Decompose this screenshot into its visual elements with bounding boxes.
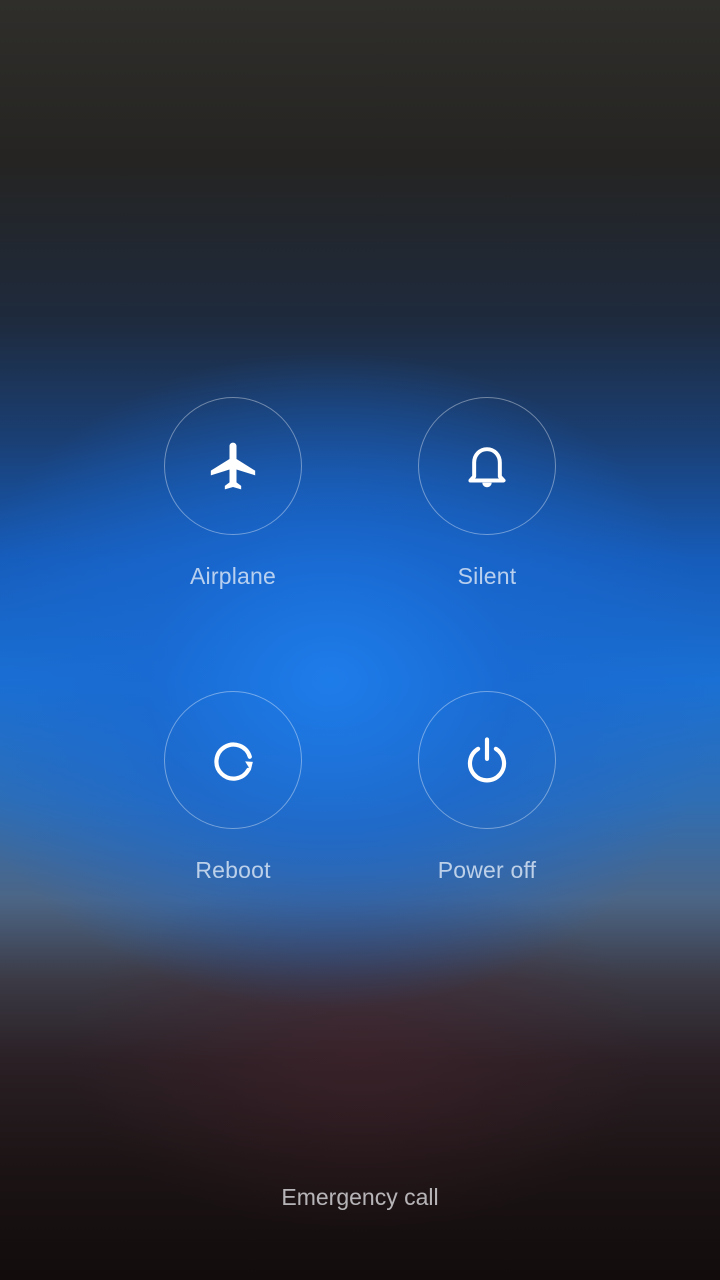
- power-icon: [467, 737, 507, 783]
- airplane-label: Airplane: [190, 563, 276, 589]
- power-off-button[interactable]: Power off: [377, 691, 597, 891]
- bell-icon: [468, 447, 506, 488]
- airplane-mode-button[interactable]: Airplane: [123, 397, 343, 597]
- silent-button-circle[interactable]: [418, 397, 556, 535]
- power-off-label: Power off: [437, 857, 537, 883]
- reboot-icon: [214, 742, 253, 781]
- power-off-button-circle[interactable]: [418, 691, 556, 829]
- silent-mode-button[interactable]: Silent: [377, 397, 597, 597]
- power-menu: Airplane Silent Reboot Power off Emergen…: [0, 0, 720, 1280]
- reboot-button-circle[interactable]: [164, 691, 302, 829]
- reboot-label: Reboot: [195, 857, 271, 883]
- emergency-call-button[interactable]: Emergency call: [0, 1184, 720, 1211]
- silent-label: Silent: [457, 563, 517, 589]
- airplane-button-circle[interactable]: [164, 397, 302, 535]
- airplane-icon: [210, 442, 256, 490]
- reboot-button[interactable]: Reboot: [123, 691, 343, 891]
